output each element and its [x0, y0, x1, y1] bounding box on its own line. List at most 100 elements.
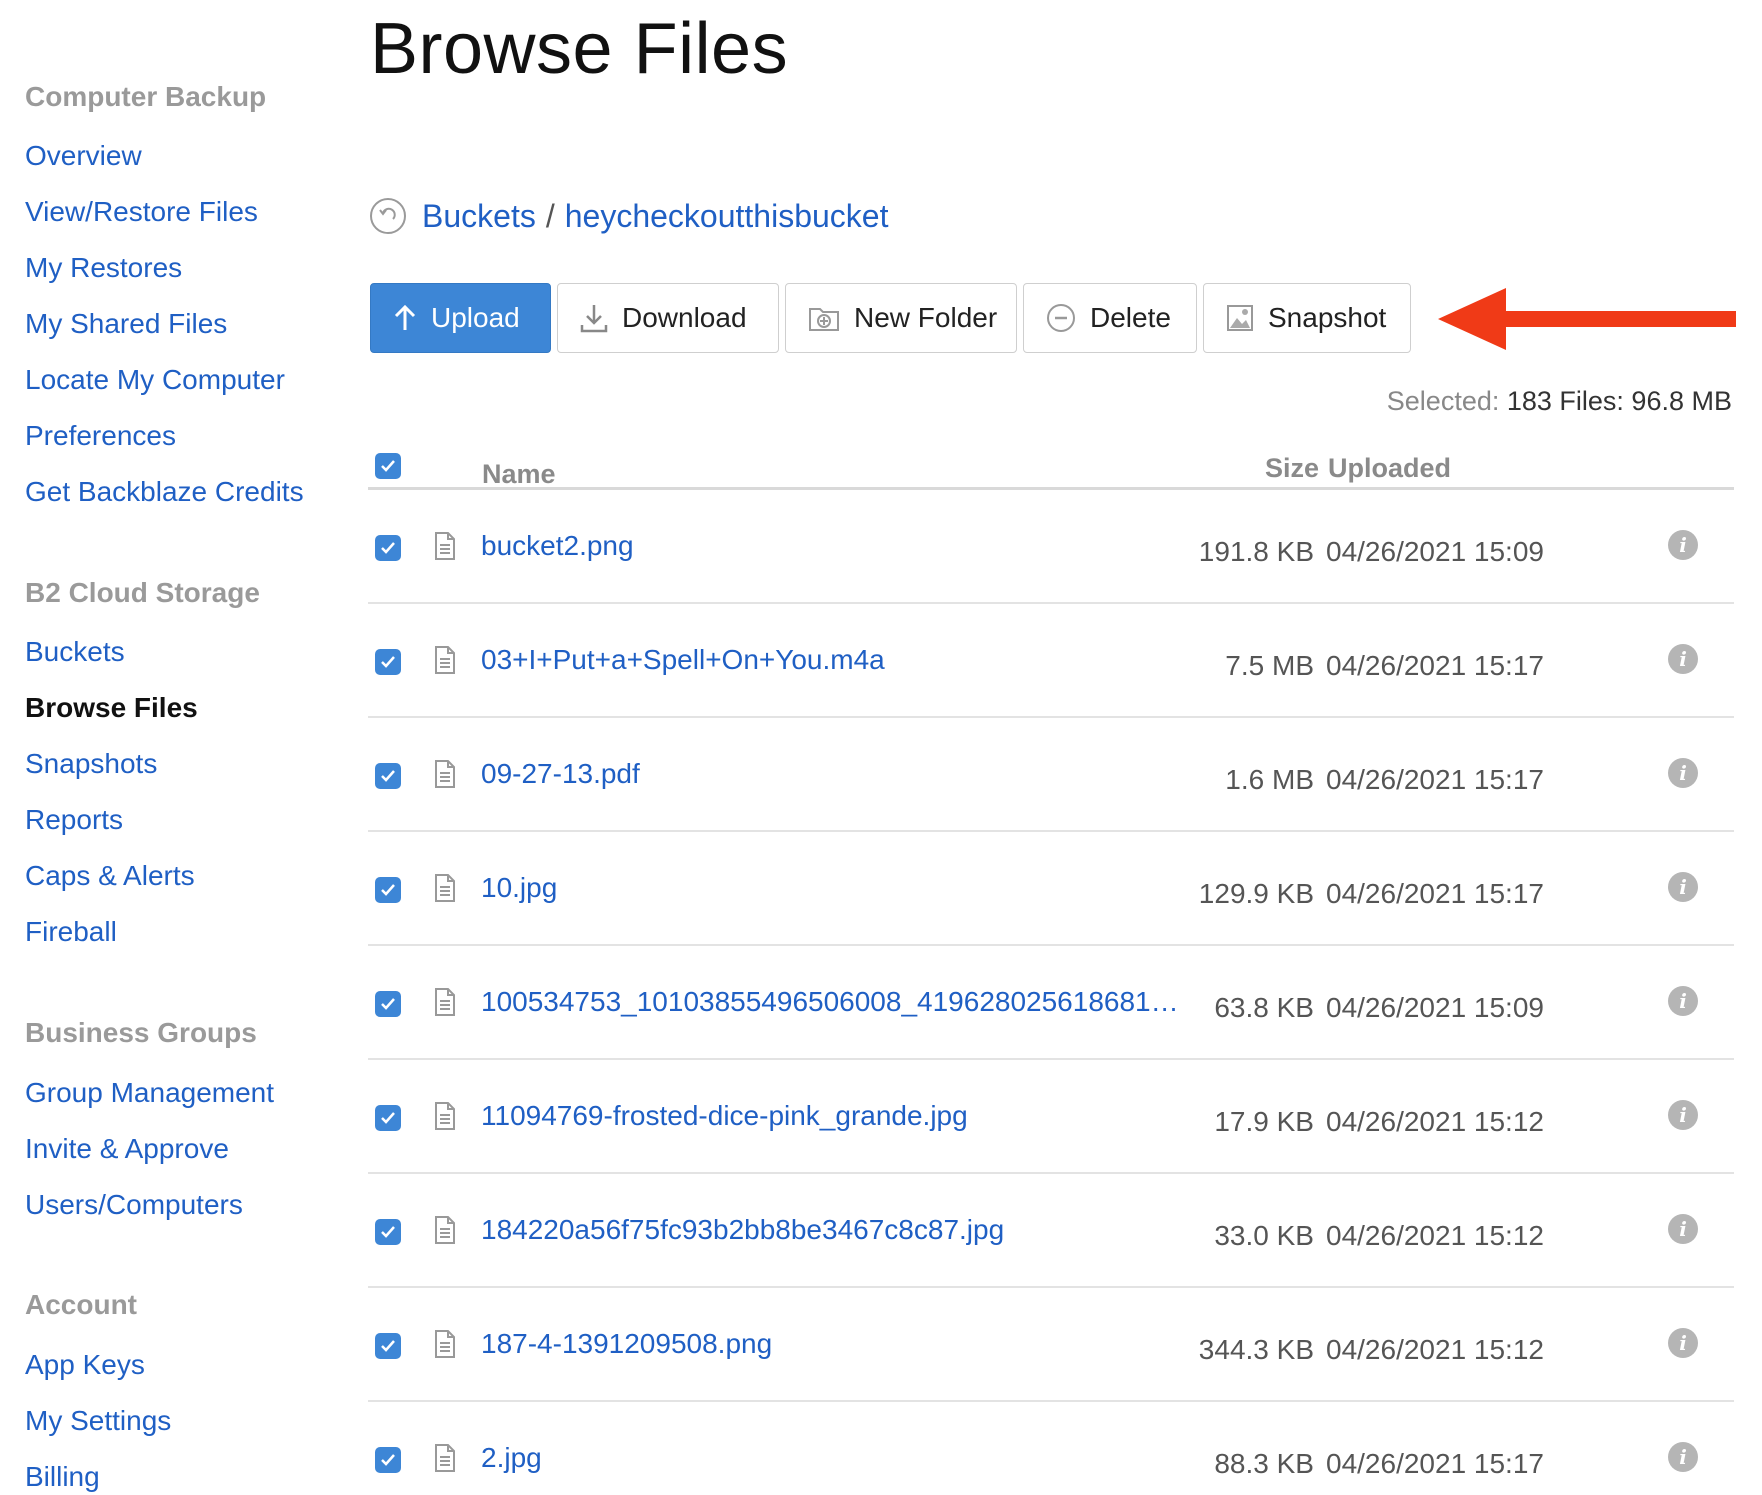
new-folder-label: New Folder: [854, 302, 998, 333]
file-name-link[interactable]: 184220a56f75fc93b2bb8be3467c8c87.jpg: [481, 1214, 1004, 1246]
nav-item-browse-files[interactable]: Browse Files: [25, 692, 198, 724]
nav-item-users-computers[interactable]: Users/Computers: [25, 1189, 243, 1221]
file-name-link[interactable]: 187-4-1391209508.png: [481, 1328, 772, 1360]
column-header-name[interactable]: Name: [482, 459, 556, 490]
nav-item-billing[interactable]: Billing: [25, 1461, 100, 1493]
select-all-checkbox[interactable]: [375, 453, 401, 479]
info-icon[interactable]: i: [1668, 1442, 1698, 1472]
info-icon[interactable]: i: [1668, 872, 1698, 902]
row-checkbox[interactable]: [375, 535, 401, 561]
download-icon: [580, 303, 608, 333]
nav-item-fireball[interactable]: Fireball: [25, 916, 117, 948]
file-name-link[interactable]: 09-27-13.pdf: [481, 758, 640, 790]
file-uploaded-date: 04/26/2021 15:12: [1326, 1106, 1544, 1137]
section-title-computer-backup: Computer Backup: [25, 81, 267, 112]
file-uploaded-date: 04/26/2021 15:17: [1326, 1448, 1544, 1479]
info-icon[interactable]: i: [1668, 644, 1698, 674]
nav-item-caps-alerts[interactable]: Caps & Alerts: [25, 860, 195, 892]
new-folder-button[interactable]: New Folder: [785, 283, 1017, 353]
table-row[interactable]: 09-27-13.pdf 1.6 MB 04/26/2021 15:17 i: [368, 718, 1734, 832]
file-name-link[interactable]: 2.jpg: [481, 1442, 542, 1474]
selected-label: Selected:: [1386, 386, 1500, 416]
file-size: 344.3 KB: [1198, 1334, 1314, 1365]
checkmark-icon: [381, 542, 395, 554]
nav-item-snapshots[interactable]: Snapshots: [25, 748, 157, 780]
breadcrumb: Buckets / heycheckoutthisbucket: [370, 196, 888, 236]
row-checkbox[interactable]: [375, 1105, 401, 1131]
nav-item-my-shared-files[interactable]: My Shared Files: [25, 308, 227, 340]
file-name-link[interactable]: 11094769-frosted-dice-pink_grande.jpg: [481, 1100, 968, 1132]
info-icon[interactable]: i: [1668, 1328, 1698, 1358]
file-name-link[interactable]: 10.jpg: [481, 872, 557, 904]
table-row[interactable]: 2.jpg 88.3 KB 04/26/2021 15:17 i: [368, 1402, 1734, 1495]
row-checkbox[interactable]: [375, 1333, 401, 1359]
breadcrumb-buckets-link[interactable]: Buckets: [422, 198, 536, 235]
table-row[interactable]: 187-4-1391209508.png 344.3 KB 04/26/2021…: [368, 1288, 1734, 1402]
row-checkbox[interactable]: [375, 877, 401, 903]
table-row[interactable]: 184220a56f75fc93b2bb8be3467c8c87.jpg 33.…: [368, 1174, 1734, 1288]
checkmark-icon: [381, 998, 395, 1010]
row-checkbox[interactable]: [375, 649, 401, 675]
checkmark-icon: [381, 460, 395, 472]
file-size: 88.3 KB: [1214, 1448, 1314, 1479]
row-checkbox[interactable]: [375, 763, 401, 789]
checkmark-icon: [381, 656, 395, 668]
nav-item-my-restores[interactable]: My Restores: [25, 252, 182, 284]
nav-item-group-management[interactable]: Group Management: [25, 1077, 274, 1109]
file-uploaded-date: 04/26/2021 15:12: [1326, 1334, 1544, 1365]
page-title: Browse Files: [370, 9, 789, 89]
table-row[interactable]: 03+I+Put+a+Spell+On+You.m4a 7.5 MB 04/26…: [368, 604, 1734, 718]
sidebar: Computer Backup Overview View/Restore Fi…: [0, 0, 360, 1495]
upload-arrow-icon: [393, 304, 417, 332]
nav-item-my-settings[interactable]: My Settings: [25, 1405, 171, 1437]
upload-button[interactable]: Upload: [370, 283, 551, 353]
row-checkbox[interactable]: [375, 1219, 401, 1245]
file-icon: [434, 646, 456, 679]
nav-item-get-backblaze-credits[interactable]: Get Backblaze Credits: [25, 476, 304, 508]
file-name-link[interactable]: 03+I+Put+a+Spell+On+You.m4a: [481, 644, 885, 676]
file-icon: [434, 1102, 456, 1135]
upload-label: Upload: [431, 302, 520, 333]
section-title-b2-cloud-storage: B2 Cloud Storage: [25, 577, 260, 608]
file-uploaded-date: 04/26/2021 15:09: [1326, 536, 1544, 567]
file-size: 17.9 KB: [1214, 1106, 1314, 1137]
delete-button[interactable]: Delete: [1023, 283, 1197, 353]
checkmark-icon: [381, 1340, 395, 1352]
info-icon[interactable]: i: [1668, 1100, 1698, 1130]
row-checkbox[interactable]: [375, 991, 401, 1017]
info-icon[interactable]: i: [1668, 758, 1698, 788]
file-icon: [434, 1216, 456, 1249]
file-uploaded-date: 04/26/2021 15:17: [1326, 878, 1544, 909]
info-icon[interactable]: i: [1668, 530, 1698, 560]
nav-item-overview[interactable]: Overview: [25, 140, 142, 172]
table-row[interactable]: bucket2.png 191.8 KB 04/26/2021 15:09 i: [368, 490, 1734, 604]
table-row[interactable]: 100534753_10103855496506008_419628025618…: [368, 946, 1734, 1060]
file-uploaded-date: 04/26/2021 15:17: [1326, 650, 1544, 681]
snapshot-button[interactable]: Snapshot: [1203, 283, 1411, 353]
row-checkbox[interactable]: [375, 1447, 401, 1473]
column-header-uploaded[interactable]: Uploaded: [1328, 453, 1451, 484]
table-row[interactable]: 11094769-frosted-dice-pink_grande.jpg 17…: [368, 1060, 1734, 1174]
selection-summary: Selected: 183 Files: 96.8 MB: [1387, 386, 1732, 417]
checkmark-icon: [381, 1454, 395, 1466]
breadcrumb-bucket-link[interactable]: heycheckoutthisbucket: [565, 198, 889, 235]
nav-item-app-keys[interactable]: App Keys: [25, 1349, 145, 1381]
nav-item-invite-approve[interactable]: Invite & Approve: [25, 1133, 229, 1165]
info-icon[interactable]: i: [1668, 1214, 1698, 1244]
column-header-size[interactable]: Size: [1265, 453, 1319, 484]
file-icon: [434, 874, 456, 907]
download-button[interactable]: Download: [557, 283, 779, 353]
nav-item-reports[interactable]: Reports: [25, 804, 123, 836]
info-icon[interactable]: i: [1668, 986, 1698, 1016]
back-arrow-icon[interactable]: [370, 198, 406, 234]
file-size: 7.5 MB: [1225, 650, 1314, 681]
file-icon: [434, 760, 456, 793]
snapshot-label: Snapshot: [1268, 302, 1387, 333]
nav-item-locate-my-computer[interactable]: Locate My Computer: [25, 364, 285, 396]
file-name-link[interactable]: bucket2.png: [481, 530, 634, 562]
nav-item-buckets[interactable]: Buckets: [25, 636, 125, 668]
nav-item-preferences[interactable]: Preferences: [25, 420, 176, 452]
file-name-link[interactable]: 100534753_10103855496506008_419628025618…: [481, 986, 1179, 1018]
table-row[interactable]: 10.jpg 129.9 KB 04/26/2021 15:17 i: [368, 832, 1734, 946]
nav-item-view-restore-files[interactable]: View/Restore Files: [25, 196, 258, 228]
